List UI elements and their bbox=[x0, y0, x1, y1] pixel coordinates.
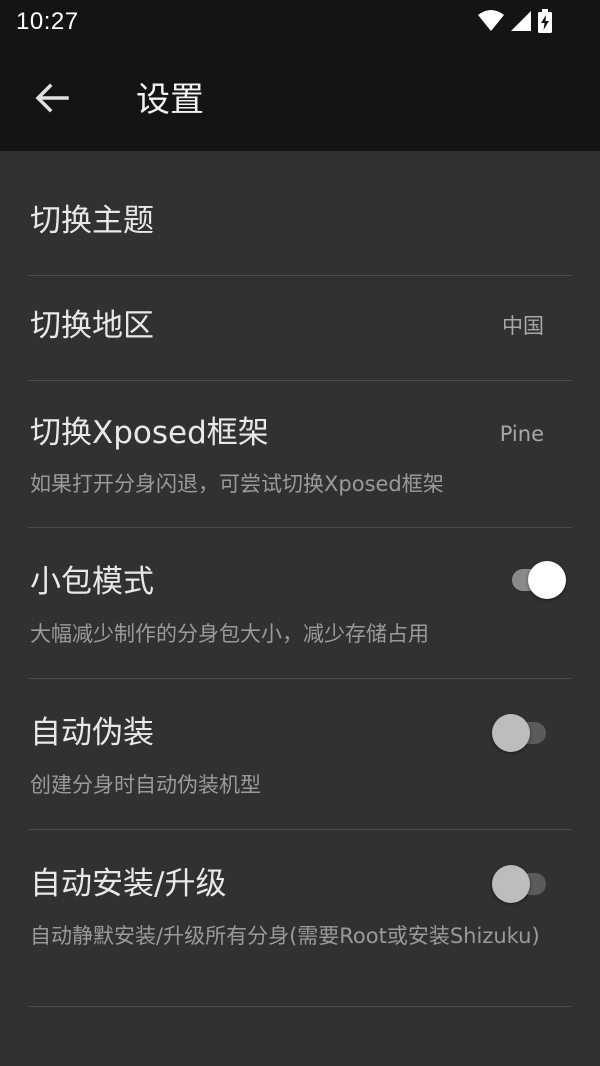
setting-title: 自动安装/升级 bbox=[30, 866, 227, 902]
settings-list: 切换主题 切换地区 中国 切换Xposed框架 Pine 如果打开分身闪退，可尝… bbox=[0, 151, 600, 1007]
setting-switch-theme[interactable]: 切换主题 bbox=[28, 151, 572, 276]
auto-install-toggle[interactable] bbox=[492, 864, 552, 904]
setting-title: 切换地区 bbox=[30, 308, 154, 344]
toggle-thumb bbox=[492, 714, 530, 752]
status-bar: 10:27 bbox=[0, 0, 600, 48]
setting-subtitle: 自动静默安装/升级所有分身(需要Root或安装Shizuku) bbox=[30, 924, 540, 948]
setting-switch-region[interactable]: 切换地区 中国 bbox=[28, 276, 572, 381]
status-icons bbox=[478, 9, 552, 37]
setting-value: Pine bbox=[499, 422, 544, 446]
status-time: 10:27 bbox=[16, 8, 79, 35]
battery-charging-icon bbox=[538, 9, 552, 37]
setting-subtitle: 如果打开分身闪退，可尝试切换Xposed框架 bbox=[30, 472, 444, 496]
setting-value: 中国 bbox=[502, 314, 544, 338]
setting-title: 切换Xposed框架 bbox=[30, 415, 269, 451]
auto-disguise-toggle[interactable] bbox=[492, 713, 552, 753]
cell-signal-icon bbox=[510, 10, 532, 36]
setting-small-package[interactable]: 小包模式 大幅减少制作的分身包大小，减少存储占用 bbox=[28, 528, 572, 679]
setting-auto-install[interactable]: 自动安装/升级 自动静默安装/升级所有分身(需要Root或安装Shizuku) bbox=[28, 830, 572, 1007]
setting-auto-disguise[interactable]: 自动伪装 创建分身时自动伪装机型 bbox=[28, 679, 572, 830]
arrow-left-icon bbox=[35, 83, 69, 117]
setting-subtitle: 大幅减少制作的分身包大小，减少存储占用 bbox=[30, 622, 429, 646]
setting-subtitle: 创建分身时自动伪装机型 bbox=[30, 773, 261, 797]
setting-title: 小包模式 bbox=[30, 564, 154, 600]
setting-title: 自动伪装 bbox=[30, 715, 154, 751]
setting-switch-xposed[interactable]: 切换Xposed框架 Pine 如果打开分身闪退，可尝试切换Xposed框架 bbox=[28, 381, 572, 528]
setting-title: 切换主题 bbox=[30, 203, 154, 239]
toggle-thumb bbox=[492, 865, 530, 903]
toolbar: 设置 bbox=[0, 48, 600, 151]
toggle-thumb bbox=[528, 561, 566, 599]
back-button[interactable] bbox=[22, 70, 82, 130]
wifi-icon bbox=[478, 10, 504, 36]
small-package-toggle[interactable] bbox=[506, 560, 566, 600]
page-title: 设置 bbox=[136, 80, 204, 120]
